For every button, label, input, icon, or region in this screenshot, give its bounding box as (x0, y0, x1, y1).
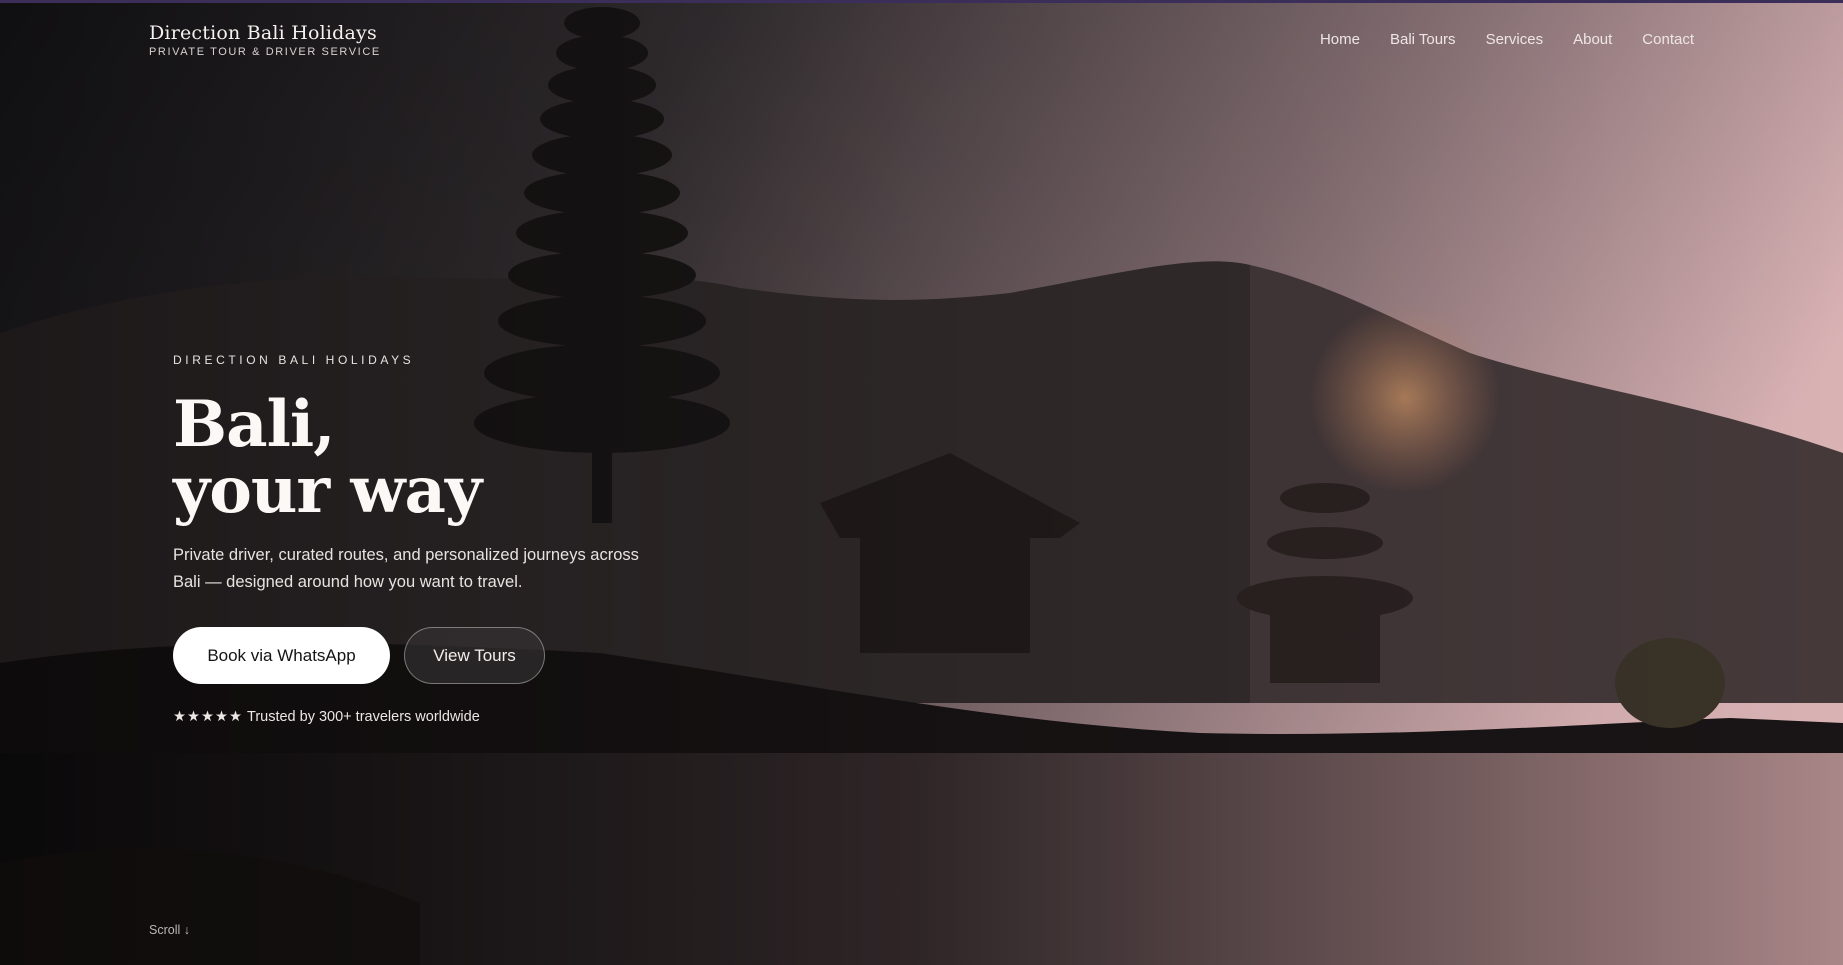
hero-subtitle: Private driver, curated routes, and pers… (173, 546, 639, 591)
view-tours-button[interactable]: View Tours (404, 627, 545, 684)
main-nav: Home Bali Tours Services About Contact (1320, 31, 1694, 48)
trust-line: ★★★★★ Trusted by 300+ travelers worldwide (173, 709, 873, 725)
hero-actions: Book via WhatsApp View Tours (173, 627, 873, 684)
scroll-hint[interactable]: Scroll ↓ (149, 923, 190, 937)
brand-logo[interactable]: Direction Bali Holidays PRIVATE TOUR & D… (149, 22, 381, 58)
nav-services[interactable]: Services (1486, 31, 1544, 48)
hero-eyebrow: DIRECTION BALI HOLIDAYS (173, 353, 415, 367)
nav-bali-tours[interactable]: Bali Tours (1390, 31, 1456, 48)
brand-name: Direction Bali Holidays (149, 22, 377, 44)
headline-line-2: your way (173, 453, 482, 528)
nav-about[interactable]: About (1573, 31, 1612, 48)
brand-tagline: PRIVATE TOUR & DRIVER SERVICE (149, 46, 381, 58)
site-header: Direction Bali Holidays PRIVATE TOUR & D… (0, 3, 1843, 83)
trust-text: Trusted by 300+ travelers worldwide (247, 709, 480, 725)
nav-contact[interactable]: Contact (1642, 31, 1694, 48)
hero-headline: Bali, your way (173, 392, 873, 524)
book-whatsapp-button[interactable]: Book via WhatsApp (173, 627, 390, 684)
nav-home[interactable]: Home (1320, 31, 1360, 48)
headline-line-1: Bali, (173, 387, 335, 462)
rating-stars-icon: ★★★★★ (173, 709, 243, 725)
hero-section: Direction Bali Holidays PRIVATE TOUR & D… (0, 0, 1843, 965)
hero-content: DIRECTION BALI HOLIDAYS Bali, your way P… (173, 353, 873, 725)
